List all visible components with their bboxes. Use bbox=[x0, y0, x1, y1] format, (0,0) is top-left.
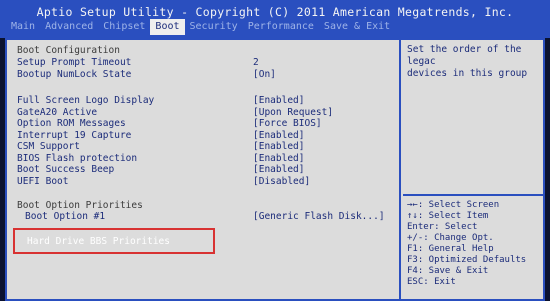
setup-prompt-timeout-row[interactable]: Setup Prompt Timeout 2 bbox=[17, 57, 397, 69]
help-pane: Set the order of the legac devices in th… bbox=[403, 40, 543, 299]
csm-support-label: CSM Support bbox=[17, 141, 80, 152]
tab-advanced[interactable]: Advanced bbox=[40, 19, 98, 35]
boot-success-beep-label: Boot Success Beep bbox=[17, 164, 115, 175]
uefi-boot-row[interactable]: UEFI Boot [Disabled] bbox=[17, 176, 397, 188]
boot-success-beep-value[interactable]: [Enabled] bbox=[253, 164, 304, 176]
tab-boot[interactable]: Boot bbox=[150, 19, 185, 35]
full-screen-logo-row[interactable]: Full Screen Logo Display [Enabled] bbox=[17, 95, 397, 107]
help-divider bbox=[403, 194, 543, 196]
boot-option-1-row[interactable]: Boot Option #1 [Generic Flash Disk...] bbox=[17, 211, 397, 223]
key-hint-optimized-defaults: F3: Optimized Defaults bbox=[407, 255, 527, 265]
tab-performance[interactable]: Performance bbox=[243, 19, 319, 35]
boot-configuration-heading: Boot Configuration bbox=[17, 45, 397, 57]
bios-header: Aptio Setup Utility - Copyright (C) 2011… bbox=[0, 0, 550, 38]
section-heading: Boot Configuration bbox=[17, 45, 120, 56]
option-rom-value[interactable]: [Force BIOS] bbox=[253, 118, 322, 130]
uefi-boot-label: UEFI Boot bbox=[17, 176, 69, 187]
tab-chipset[interactable]: Chipset bbox=[98, 19, 150, 35]
key-hint-exit: ESC: Exit bbox=[407, 277, 456, 287]
hard-drive-bbs-priorities-label: Hard Drive BBS Priorities bbox=[27, 236, 170, 247]
key-hint-select-screen: →←: Select Screen bbox=[407, 200, 500, 210]
main-panel: Boot Configuration Setup Prompt Timeout … bbox=[5, 38, 545, 301]
tab-bar: Main Advanced Chipset Boot Security Perf… bbox=[6, 19, 395, 35]
option-rom-row[interactable]: Option ROM Messages [Force BIOS] bbox=[17, 118, 397, 130]
setup-prompt-timeout-label: Setup Prompt Timeout bbox=[17, 57, 132, 68]
csm-support-value[interactable]: [Enabled] bbox=[253, 141, 304, 153]
tab-security[interactable]: Security bbox=[185, 19, 243, 35]
key-hint-enter: Enter: Select bbox=[407, 222, 478, 232]
boot-option-1-value[interactable]: [Generic Flash Disk...] bbox=[253, 211, 385, 223]
bootup-numlock-value[interactable]: [On] bbox=[253, 69, 276, 81]
key-hint-change-opt: +/-: Change Opt. bbox=[407, 233, 494, 243]
hard-drive-bbs-priorities-item[interactable]: Hard Drive BBS Priorities bbox=[13, 228, 215, 254]
settings-pane: Boot Configuration Setup Prompt Timeout … bbox=[7, 40, 398, 299]
help-description: Set the order of the legac devices in th… bbox=[407, 44, 528, 79]
uefi-boot-value[interactable]: [Disabled] bbox=[253, 176, 310, 188]
key-hint-general-help: F1: General Help bbox=[407, 244, 494, 254]
pane-divider bbox=[399, 40, 401, 299]
csm-support-row[interactable]: CSM Support [Enabled] bbox=[17, 141, 397, 153]
key-hint-select-item: ↑↓: Select Item bbox=[407, 211, 489, 221]
key-hint-save-exit: F4: Save & Exit bbox=[407, 266, 489, 276]
option-rom-label: Option ROM Messages bbox=[17, 118, 126, 129]
boot-success-beep-row[interactable]: Boot Success Beep [Enabled] bbox=[17, 164, 397, 176]
bios-screen: Aptio Setup Utility - Copyright (C) 2011… bbox=[0, 0, 550, 301]
bootup-numlock-label: Bootup NumLock State bbox=[17, 69, 132, 80]
setup-prompt-timeout-value[interactable]: 2 bbox=[253, 57, 259, 69]
bootup-numlock-row[interactable]: Bootup NumLock State [On] bbox=[17, 69, 397, 81]
tab-main[interactable]: Main bbox=[6, 19, 40, 35]
bios-title: Aptio Setup Utility - Copyright (C) 2011… bbox=[36, 5, 514, 19]
tab-save-exit[interactable]: Save & Exit bbox=[319, 19, 395, 35]
boot-option-1-label: Boot Option #1 bbox=[25, 211, 106, 222]
full-screen-logo-label: Full Screen Logo Display bbox=[17, 95, 155, 106]
full-screen-logo-value[interactable]: [Enabled] bbox=[253, 95, 304, 107]
